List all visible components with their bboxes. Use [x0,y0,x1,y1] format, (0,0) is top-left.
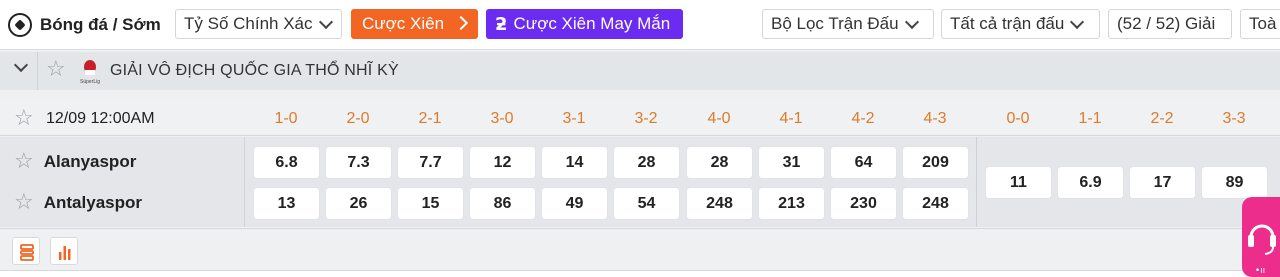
home-odds-button[interactable]: 31 [759,147,824,178]
home-odds-button[interactable]: 64 [831,147,896,178]
svg-text:•ıı: •ıı [1255,266,1265,276]
away-odds-button[interactable]: 13 [254,188,319,219]
match-odds-area: ☆ Alanyaspor ☆ Antalyaspor 6.8 7.3 7.7 1… [0,137,1280,227]
league-logo-text: SüperLig [80,79,100,85]
home-odds-button[interactable]: 28 [614,147,679,178]
score-header: 2-1 [418,110,442,127]
match-header-row: ☆ 12/09 12:00AM 1-0 2-0 2-1 3-0 3-1 3-2 … [0,102,1280,136]
match-filter-label: Bộ Lọc Trận Đấu [771,14,899,33]
next-section-edge [0,270,1280,277]
lucky-parlay-button[interactable]: ƻ Cược Xiên May Mắn [486,9,683,39]
score-header: 3-0 [490,110,514,127]
chevron-down-icon [13,57,29,73]
match-time: 12/09 12:00AM [46,110,155,127]
draw-odds-button[interactable]: 17 [1130,167,1195,198]
collapse-toggle[interactable] [0,52,38,90]
stats-icon[interactable] [50,237,78,265]
draw-header: 1-1 [1078,110,1102,127]
away-odds-button[interactable]: 230 [831,188,896,219]
away-odds-button[interactable]: 248 [687,188,752,219]
draw-header: 2-2 [1150,110,1174,127]
draw-header: 0-0 [1006,110,1030,127]
favorite-star-icon[interactable]: ☆ [14,108,34,130]
lucky-parlay-label: Cược Xiên May Mắn [513,14,671,33]
chevron-down-icon [1070,14,1085,29]
top-toolbar: Bóng đá / Sớm Tỷ Số Chính Xác Cược Xiên … [0,0,1280,50]
parlay-button-label: Cược Xiên [362,14,445,33]
score-header: 3-2 [634,110,658,127]
draw-odds-button[interactable]: 6.9 [1058,167,1123,198]
away-team-name: Antalyaspor [43,193,142,212]
home-odds-button[interactable]: 28 [687,147,752,178]
away-odds-button[interactable]: 49 [542,188,607,219]
home-team: ☆ Alanyaspor [14,150,136,174]
away-team: ☆ Antalyaspor [14,191,142,215]
league-count-label: (52 / 52) Giải [1117,14,1216,33]
home-odds-button[interactable]: 12 [470,147,535,178]
away-odds-button[interactable]: 26 [326,188,391,219]
away-odds-button[interactable]: 15 [398,188,463,219]
away-odds-button[interactable]: 213 [759,188,824,219]
away-odds-button[interactable]: 248 [903,188,968,219]
home-odds-button[interactable]: 7.3 [326,147,391,178]
chevron-down-icon [904,14,919,29]
home-team-name: Alanyaspor [43,152,137,171]
league-row[interactable]: ☆ SüperLig GIẢI VÔ ĐỊCH QUỐC GIA THỔ NHĨ… [0,52,1280,90]
score-header: 4-0 [707,110,731,127]
draw-odds-button[interactable]: 11 [986,167,1051,198]
list-icon-graphic [20,244,34,261]
team-column: ☆ Alanyaspor ☆ Antalyaspor [0,137,245,227]
headset-icon: •ıı [1248,224,1276,276]
market-select-label: Tỷ Số Chính Xác [184,14,313,33]
all-matches-select[interactable]: Tất cả trận đấu [941,9,1100,39]
all-matches-label: Tất cả trận đấu [950,14,1065,33]
home-odds-button[interactable]: 14 [542,147,607,178]
score-header: 3-1 [562,110,586,127]
away-odds-button[interactable]: 86 [470,188,535,219]
league-count-button[interactable]: (52 / 52) Giải [1108,9,1232,39]
home-odds-button[interactable]: 6.8 [254,147,319,178]
list-icon[interactable] [12,237,40,265]
score-header: 4-1 [779,110,803,127]
home-odds-button[interactable]: 209 [903,147,968,178]
chevron-right-icon [453,15,469,31]
draw-header: 3-3 [1222,110,1246,127]
support-widget[interactable]: •ıı [1242,197,1280,277]
match-footer [0,228,1280,270]
score-header: 2-0 [346,110,370,127]
home-odds-button[interactable]: 7.7 [398,147,463,178]
league-logo: SüperLig [80,60,100,85]
favorite-star-icon[interactable]: ☆ [46,59,66,81]
away-odds-button[interactable]: 54 [614,188,679,219]
parlay-button[interactable]: Cược Xiên [351,9,478,39]
lucky-parlay-icon: ƻ [495,13,508,35]
favorite-star-icon[interactable]: ☆ [14,151,34,173]
match-filter-select[interactable]: Bộ Lọc Trận Đấu [762,9,934,39]
overflow-button[interactable]: Toà [1240,9,1280,39]
draw-odds-button[interactable]: 89 [1202,167,1267,198]
score-header: 4-2 [851,110,875,127]
league-name: GIẢI VÔ ĐỊCH QUỐC GIA THỔ NHĨ KỲ [110,62,399,79]
favorite-star-icon[interactable]: ☆ [14,192,34,214]
sport-title: Bóng đá / Sớm [8,10,161,40]
stats-icon-graphic [59,246,71,260]
overflow-label: Toà [1249,14,1277,33]
market-select[interactable]: Tỷ Số Chính Xác [175,9,342,39]
score-header: 4-3 [923,110,947,127]
column-divider [976,137,977,227]
sport-title-label: Bóng đá / Sớm [40,15,161,34]
soccer-ball-icon [8,13,32,37]
chevron-down-icon [318,14,333,29]
score-header: 1-0 [274,110,298,127]
